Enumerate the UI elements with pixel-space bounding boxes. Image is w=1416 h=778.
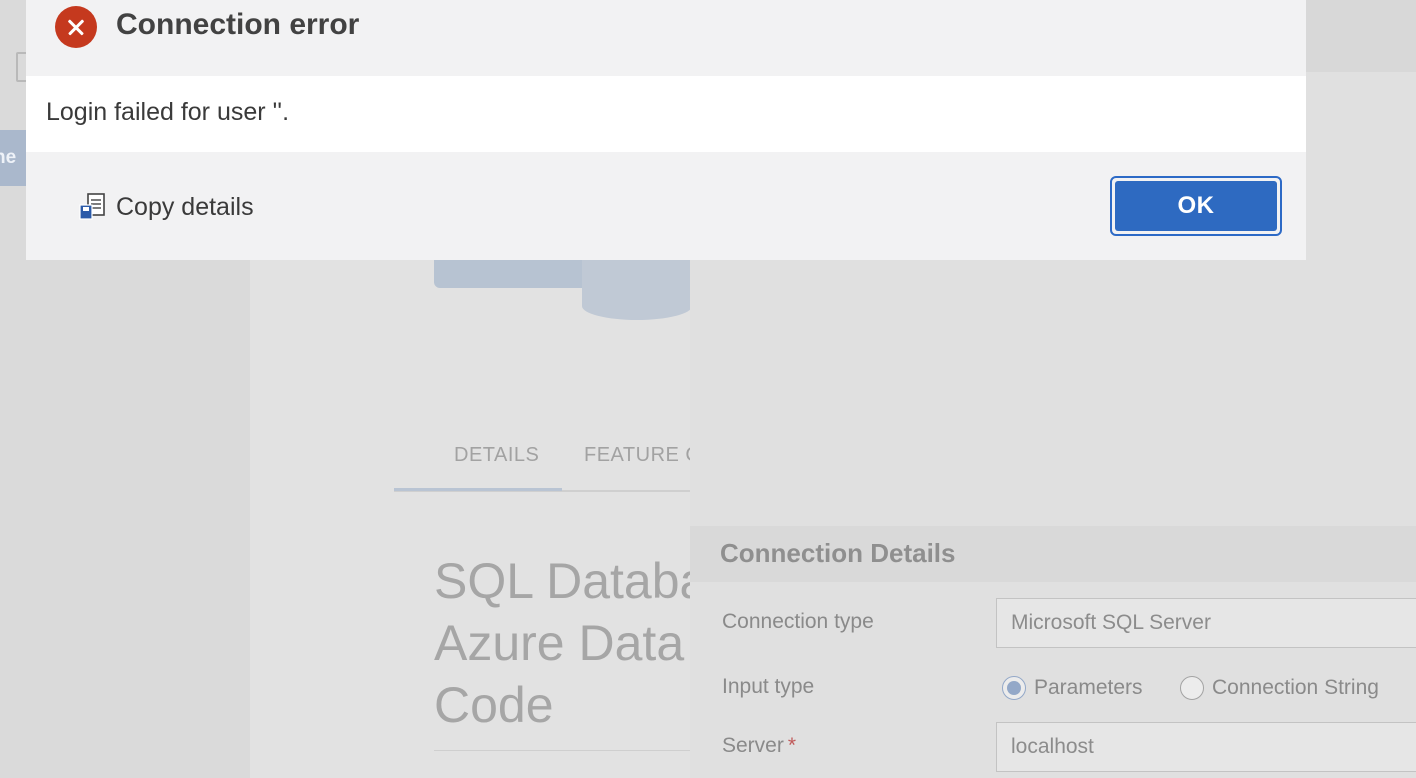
radio-parameters-indicator[interactable] xyxy=(1002,676,1026,700)
divider xyxy=(434,750,690,751)
connections-tab[interactable]: ne xyxy=(0,130,26,186)
tab-details[interactable]: DETAILS xyxy=(454,440,539,490)
dialog-body: Login failed for user ''. xyxy=(26,76,1306,152)
connection-error-dialog: Connection error Login failed for user '… xyxy=(26,0,1306,260)
ok-button-label: OK xyxy=(1115,181,1277,231)
connection-type-label: Connection type xyxy=(722,610,874,633)
copy-icon xyxy=(79,193,105,220)
dialog-header: Connection error xyxy=(26,0,1306,76)
required-marker: * xyxy=(787,734,797,757)
error-message: Login failed for user ''. xyxy=(46,98,290,126)
dialog-title: Connection error xyxy=(116,8,360,41)
radio-parameters[interactable]: Parameters xyxy=(1002,674,1143,702)
radio-connection-string[interactable]: Connection String xyxy=(1180,674,1379,702)
radio-connection-string-indicator[interactable] xyxy=(1180,676,1204,700)
copy-details-button[interactable]: Copy details xyxy=(78,190,254,224)
tab-active-indicator xyxy=(394,488,562,491)
connection-type-select[interactable]: Microsoft SQL Server xyxy=(996,598,1416,648)
connections-tab-label: ne xyxy=(0,147,17,168)
copy-details-label: Copy details xyxy=(116,192,254,221)
hero-database-cylinder xyxy=(582,250,692,320)
radio-connection-string-label: Connection String xyxy=(1212,676,1379,699)
server-label: Server * xyxy=(722,734,796,758)
radio-parameters-label: Parameters xyxy=(1034,676,1143,699)
product-title: SQL Databa Azure Data Code xyxy=(434,553,708,733)
welcome-tabs: DETAILS FEATURE C xyxy=(394,440,700,492)
connection-details-header: Connection Details xyxy=(690,526,1416,582)
top-bar xyxy=(1306,0,1416,72)
error-icon xyxy=(55,6,97,48)
tab-feature[interactable]: FEATURE C xyxy=(584,440,700,490)
input-type-label: Input type xyxy=(722,675,815,698)
server-input[interactable]: localhost xyxy=(996,722,1416,772)
connection-details-title: Connection Details xyxy=(720,538,956,568)
server-label-text: Server xyxy=(722,734,784,757)
ok-button[interactable]: OK xyxy=(1110,176,1282,236)
